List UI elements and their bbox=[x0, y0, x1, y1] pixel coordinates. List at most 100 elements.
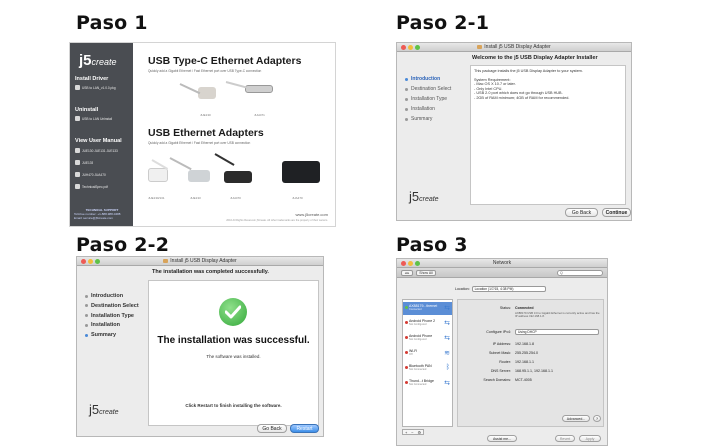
package-icon bbox=[477, 44, 483, 49]
go-back-button[interactable]: Go Back bbox=[257, 424, 287, 433]
install-driver-link[interactable]: USB to LAN_v1.0.0.pkg bbox=[75, 84, 129, 91]
location-label: Location: bbox=[455, 287, 470, 291]
phone-icon: ⇆ bbox=[444, 335, 450, 342]
document-icon bbox=[75, 160, 80, 165]
package-icon bbox=[75, 85, 80, 90]
manual-link-2[interactable]: JUE135 bbox=[75, 159, 129, 166]
assist-me-button[interactable]: Assist me... bbox=[487, 435, 517, 442]
interface-item[interactable]: Android Phone Not Configured ⇆ bbox=[403, 332, 452, 345]
step-introduction: Introduction bbox=[85, 293, 139, 299]
tech-support: TECHNICAL SUPPORT Toll-free number: +1-8… bbox=[74, 208, 121, 220]
cable bbox=[169, 157, 192, 171]
adapter-jua470 bbox=[282, 161, 320, 183]
model-label: JUH470 bbox=[230, 196, 241, 200]
legal-text: 2016 All Rights Reserved. j5create. All … bbox=[226, 219, 328, 222]
phone-icon: ⇆ bbox=[444, 320, 450, 327]
step-title-2-1: Paso 2-1 bbox=[396, 12, 490, 34]
j5create-logo: j5create bbox=[79, 52, 117, 69]
model-label: JUH471 bbox=[254, 113, 265, 117]
subheading-typec: Quickly add a Gigabit Ethernet / Fast Et… bbox=[148, 69, 262, 73]
document-icon bbox=[75, 172, 80, 177]
manual-link-1[interactable]: JUE130 JUE131 JUE133 bbox=[75, 147, 129, 154]
step-installation: Installation bbox=[405, 106, 451, 112]
installer-steps: Introduction Destination Select Installa… bbox=[85, 293, 139, 342]
package-icon bbox=[163, 258, 169, 263]
window-title: Network bbox=[492, 260, 512, 266]
installer-body: This package installs the j5 USB Display… bbox=[470, 65, 626, 205]
location-select[interactable]: Location (1/7/15, 4:38 PM) bbox=[471, 286, 546, 292]
uninstall-link[interactable]: USB to LAN Uninstall bbox=[75, 115, 129, 122]
manual-link-4[interactable]: TechnicalSpec.pdf bbox=[75, 183, 129, 190]
installer-body: The installation was successful. The sof… bbox=[148, 280, 319, 426]
go-back-button[interactable]: Go Back bbox=[565, 208, 598, 217]
title-bar: Install j5 USB Display Adapter bbox=[397, 43, 631, 52]
toolbar: ◂ ▸ Show All Q bbox=[397, 268, 607, 278]
installer-window-summary: Install j5 USB Display Adapter The insta… bbox=[76, 256, 324, 437]
interface-list: AX88179...thernet Connected ⇆ Android Pho… bbox=[402, 299, 453, 427]
document-icon bbox=[75, 148, 80, 153]
revert-button[interactable]: Revert bbox=[555, 435, 575, 442]
success-check-icon bbox=[219, 298, 247, 326]
autorun-window: j5create Install Driver USB to LAN_v1.0.… bbox=[69, 42, 336, 227]
installer-steps: Introduction Destination Select Installa… bbox=[405, 76, 451, 126]
heading-typec: USB Type-C Ethernet Adapters bbox=[148, 55, 302, 67]
model-label: JUA470 bbox=[292, 196, 303, 200]
website-link[interactable]: www.j5create.com bbox=[296, 212, 328, 217]
installer-heading: Welcome to the j5 USB Display Adapter In… bbox=[472, 55, 598, 61]
location-row: Location: Location (1/7/15, 4:38 PM) bbox=[455, 286, 546, 292]
cable bbox=[225, 81, 248, 89]
package-icon bbox=[75, 116, 80, 121]
adapter-juh470 bbox=[224, 171, 252, 183]
interface-item[interactable]: AX88179...thernet Connected ⇆ bbox=[403, 302, 452, 315]
adapter-jue130 bbox=[198, 87, 216, 99]
j5create-logo: j5create bbox=[89, 402, 119, 417]
installer-window-intro: Install j5 USB Display Adapter Welcome t… bbox=[396, 42, 632, 221]
wifi-icon: ≋ bbox=[444, 350, 450, 357]
interface-item[interactable]: Bluetooth PAN Not Connected ᛒ bbox=[403, 362, 452, 375]
back-forward-buttons[interactable]: ◂ ▸ bbox=[401, 270, 413, 276]
continue-button[interactable]: Continue bbox=[602, 208, 631, 217]
interface-item[interactable]: Android Phone 2 Not Configured ⇆ bbox=[403, 317, 452, 330]
step-destination: Destination Select bbox=[85, 303, 139, 309]
apply-button[interactable]: Apply bbox=[579, 435, 601, 442]
install-driver-heading: Install Driver bbox=[75, 76, 109, 82]
view-manual-heading: View User Manual bbox=[75, 138, 122, 144]
search-input[interactable]: Q bbox=[557, 270, 603, 276]
step-installation-type: Installation Type bbox=[85, 313, 139, 319]
interface-item[interactable]: Wi-Fi Off ≋ bbox=[403, 347, 452, 360]
add-remove-buttons[interactable]: + − ⚙ bbox=[402, 429, 424, 435]
subheading-usb: Quickly add a Gigabit Ethernet / Fast Et… bbox=[148, 141, 251, 145]
uninstall-heading: Uninstall bbox=[75, 107, 99, 113]
model-label: JUE133 bbox=[190, 196, 201, 200]
adapter-jue133 bbox=[188, 170, 210, 182]
step-installation: Installation bbox=[85, 322, 139, 328]
step-introduction: Introduction bbox=[405, 76, 451, 82]
adapter-juh471 bbox=[245, 85, 273, 93]
manual-link-3[interactable]: JUH470 JUA470 bbox=[75, 171, 129, 178]
heading-usb: USB Ethernet Adapters bbox=[148, 127, 264, 139]
interface-item[interactable]: Thund...t Bridge Not Connected ⇆ bbox=[403, 377, 452, 390]
autorun-sidebar: j5create Install Driver USB to LAN_v1.0.… bbox=[70, 43, 133, 226]
help-button[interactable]: ? bbox=[593, 415, 601, 422]
step-summary: Summary bbox=[85, 332, 139, 338]
success-message: The installation was successful. bbox=[157, 335, 310, 346]
step-title-3: Paso 3 bbox=[396, 234, 468, 256]
thunderbolt-icon: ⇆ bbox=[444, 380, 450, 387]
installed-message: The software was installed. bbox=[206, 354, 261, 359]
step-title-2-2: Paso 2-2 bbox=[76, 234, 170, 256]
bluetooth-icon: ᛒ bbox=[445, 364, 450, 371]
cable bbox=[214, 153, 235, 166]
configure-select[interactable]: Using DHCP bbox=[515, 329, 599, 335]
restart-hint: Click Restart to finish installing the s… bbox=[185, 403, 282, 408]
step-title-1: Paso 1 bbox=[76, 12, 148, 34]
interface-details: Status: Connected AX88179 USB 3.0 to Giga… bbox=[457, 299, 604, 427]
adapter-jue130-131 bbox=[148, 168, 168, 182]
document-icon bbox=[75, 184, 80, 189]
window-title: Install j5 USB Display Adapter bbox=[77, 258, 323, 264]
advanced-button[interactable]: Advanced... bbox=[562, 415, 590, 422]
show-all-button[interactable]: Show All bbox=[416, 270, 436, 276]
step-destination: Destination Select bbox=[405, 86, 451, 92]
restart-button[interactable]: Restart bbox=[290, 424, 319, 433]
installer-heading: The installation was completed successfu… bbox=[152, 269, 269, 275]
ethernet-icon: ⇆ bbox=[444, 305, 450, 312]
